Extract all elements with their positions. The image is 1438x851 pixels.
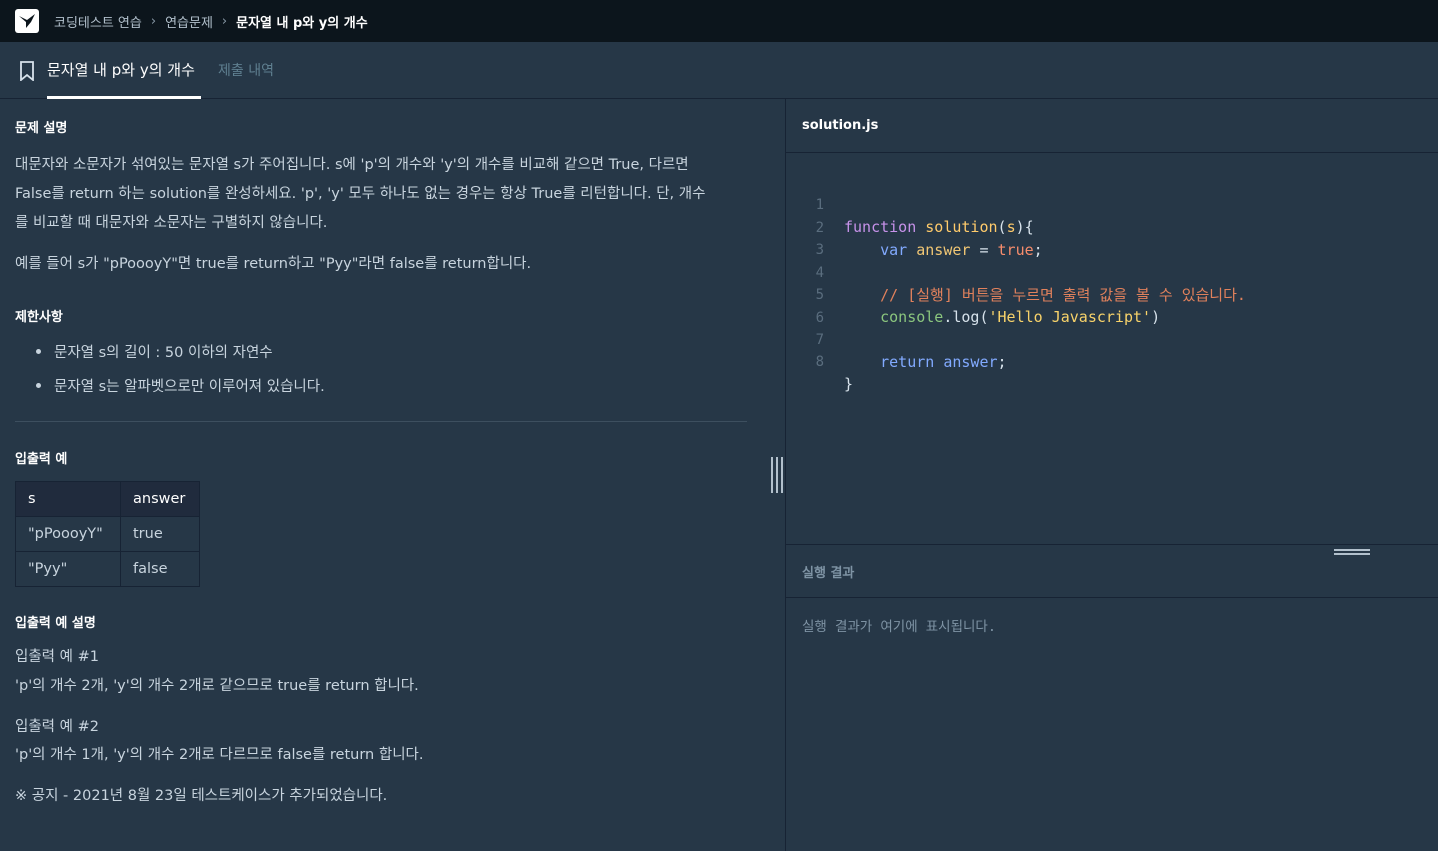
bookmark-icon[interactable] [18,61,36,81]
result-resize-handle[interactable] [1334,549,1370,555]
code-editor[interactable]: 1 function solution(s){ 2 var answer = t… [786,153,1438,544]
code-line: 3 [786,217,840,258]
code-line: 7 return answer; [786,307,1007,371]
breadcrumb-current-problem: 문자열 내 p와 y의 개수 [236,15,368,31]
breadcrumb: 코딩테스트 연습 › 연습문제 › 문자열 내 p와 y의 개수 [54,0,368,42]
constraint-item: 문자열 s의 길이 : 50 이하의 자연수 [36,341,273,362]
io-explain-heading: 입출력 예 설명 [15,616,96,631]
constraints-heading: 제한사항 [15,310,63,325]
table-cell: false [120,551,200,587]
tab-problem[interactable]: 문자열 내 p와 y의 개수 [47,59,195,80]
result-title: 실행 결과 [802,566,855,581]
io-heading: 입출력 예 [15,452,68,467]
programmers-logo-icon[interactable] [15,9,39,33]
breadcrumb-coding-test[interactable]: 코딩테스트 연습 [54,12,142,31]
example-2-text: 'p'의 개수 1개, 'y'의 개수 2개로 다르므로 false를 retu… [15,747,424,763]
table-row: "Pyy" false [15,551,200,587]
description-example: 예를 들어 s가 "pPoooyY"면 true를 return하고 "Pyy"… [15,256,532,272]
description-line-3: 를 비교할 때 대문자와 소문자는 구별하지 않습니다. [15,215,328,231]
code-line: 6 [786,285,840,326]
constraint-item: 문자열 s는 알파벳으로만 이루어져 있습니다. [36,375,325,396]
description-line-1: 대문자와 소문자가 섞여있는 문자열 s가 주어집니다. s에 'p'의 개수와… [15,157,689,173]
table-header-row: s answer [15,481,200,517]
table-header-s: s [15,481,121,517]
line-number: 8 [815,354,824,370]
breadcrumb-practice[interactable]: 연습문제 [165,12,213,31]
panel-resize-handle[interactable] [771,457,783,493]
code-line: 2 var answer = true; [786,195,1043,259]
problem-description-panel: 문제 설명 대문자와 소문자가 섞여있는 문자열 s가 주어집니다. s에 'p… [0,99,785,851]
io-example-table: s answer "pPoooyY" true "Pyy" false [15,481,200,587]
table-header-answer: answer [120,481,200,517]
table-cell: "pPoooyY" [15,516,121,552]
result-output: 실행 결과가 여기에 표시됩니다. [802,619,996,635]
chevron-right-icon: › [150,13,157,29]
table-cell: "Pyy" [15,551,121,587]
table-cell: true [120,516,200,552]
code-line: 8 } [786,329,853,393]
code-line: 1 function solution(s){ [786,172,1034,236]
description-heading: 문제 설명 [15,121,68,136]
code-line: 4 // [실행] 버튼을 누르면 출력 값을 볼 수 있습니다. [786,240,1246,304]
code-line: 5 console.log('Hello Javascript') [786,262,1161,326]
description-line-2: False를 return 하는 solution를 완성하세요. 'p', '… [15,186,706,202]
result-header: 실행 결과 [786,544,1438,598]
example-1-title: 입출력 예 #1 [15,649,99,665]
tab-submission-history[interactable]: 제출 내역 [218,60,274,80]
chevron-right-icon: › [221,13,228,29]
editor-header: solution.js [786,99,1438,153]
top-navigation-bar: 코딩테스트 연습 › 연습문제 › 문자열 내 p와 y의 개수 [0,0,1438,42]
section-divider [15,421,747,422]
example-1-text: 'p'의 개수 2개, 'y'의 개수 2개로 같으므로 true를 retur… [15,678,419,694]
problem-tab-bar: 문자열 내 p와 y의 개수 제출 내역 [0,42,1438,99]
file-name: solution.js [802,118,879,133]
example-2-title: 입출력 예 #2 [15,719,99,735]
table-row: "pPoooyY" true [15,516,200,552]
editor-panel: solution.js 1 function solution(s){ 2 va… [786,99,1438,851]
notice-text: ※ 공지 - 2021년 8월 23일 테스트케이스가 추가되었습니다. [15,788,388,804]
